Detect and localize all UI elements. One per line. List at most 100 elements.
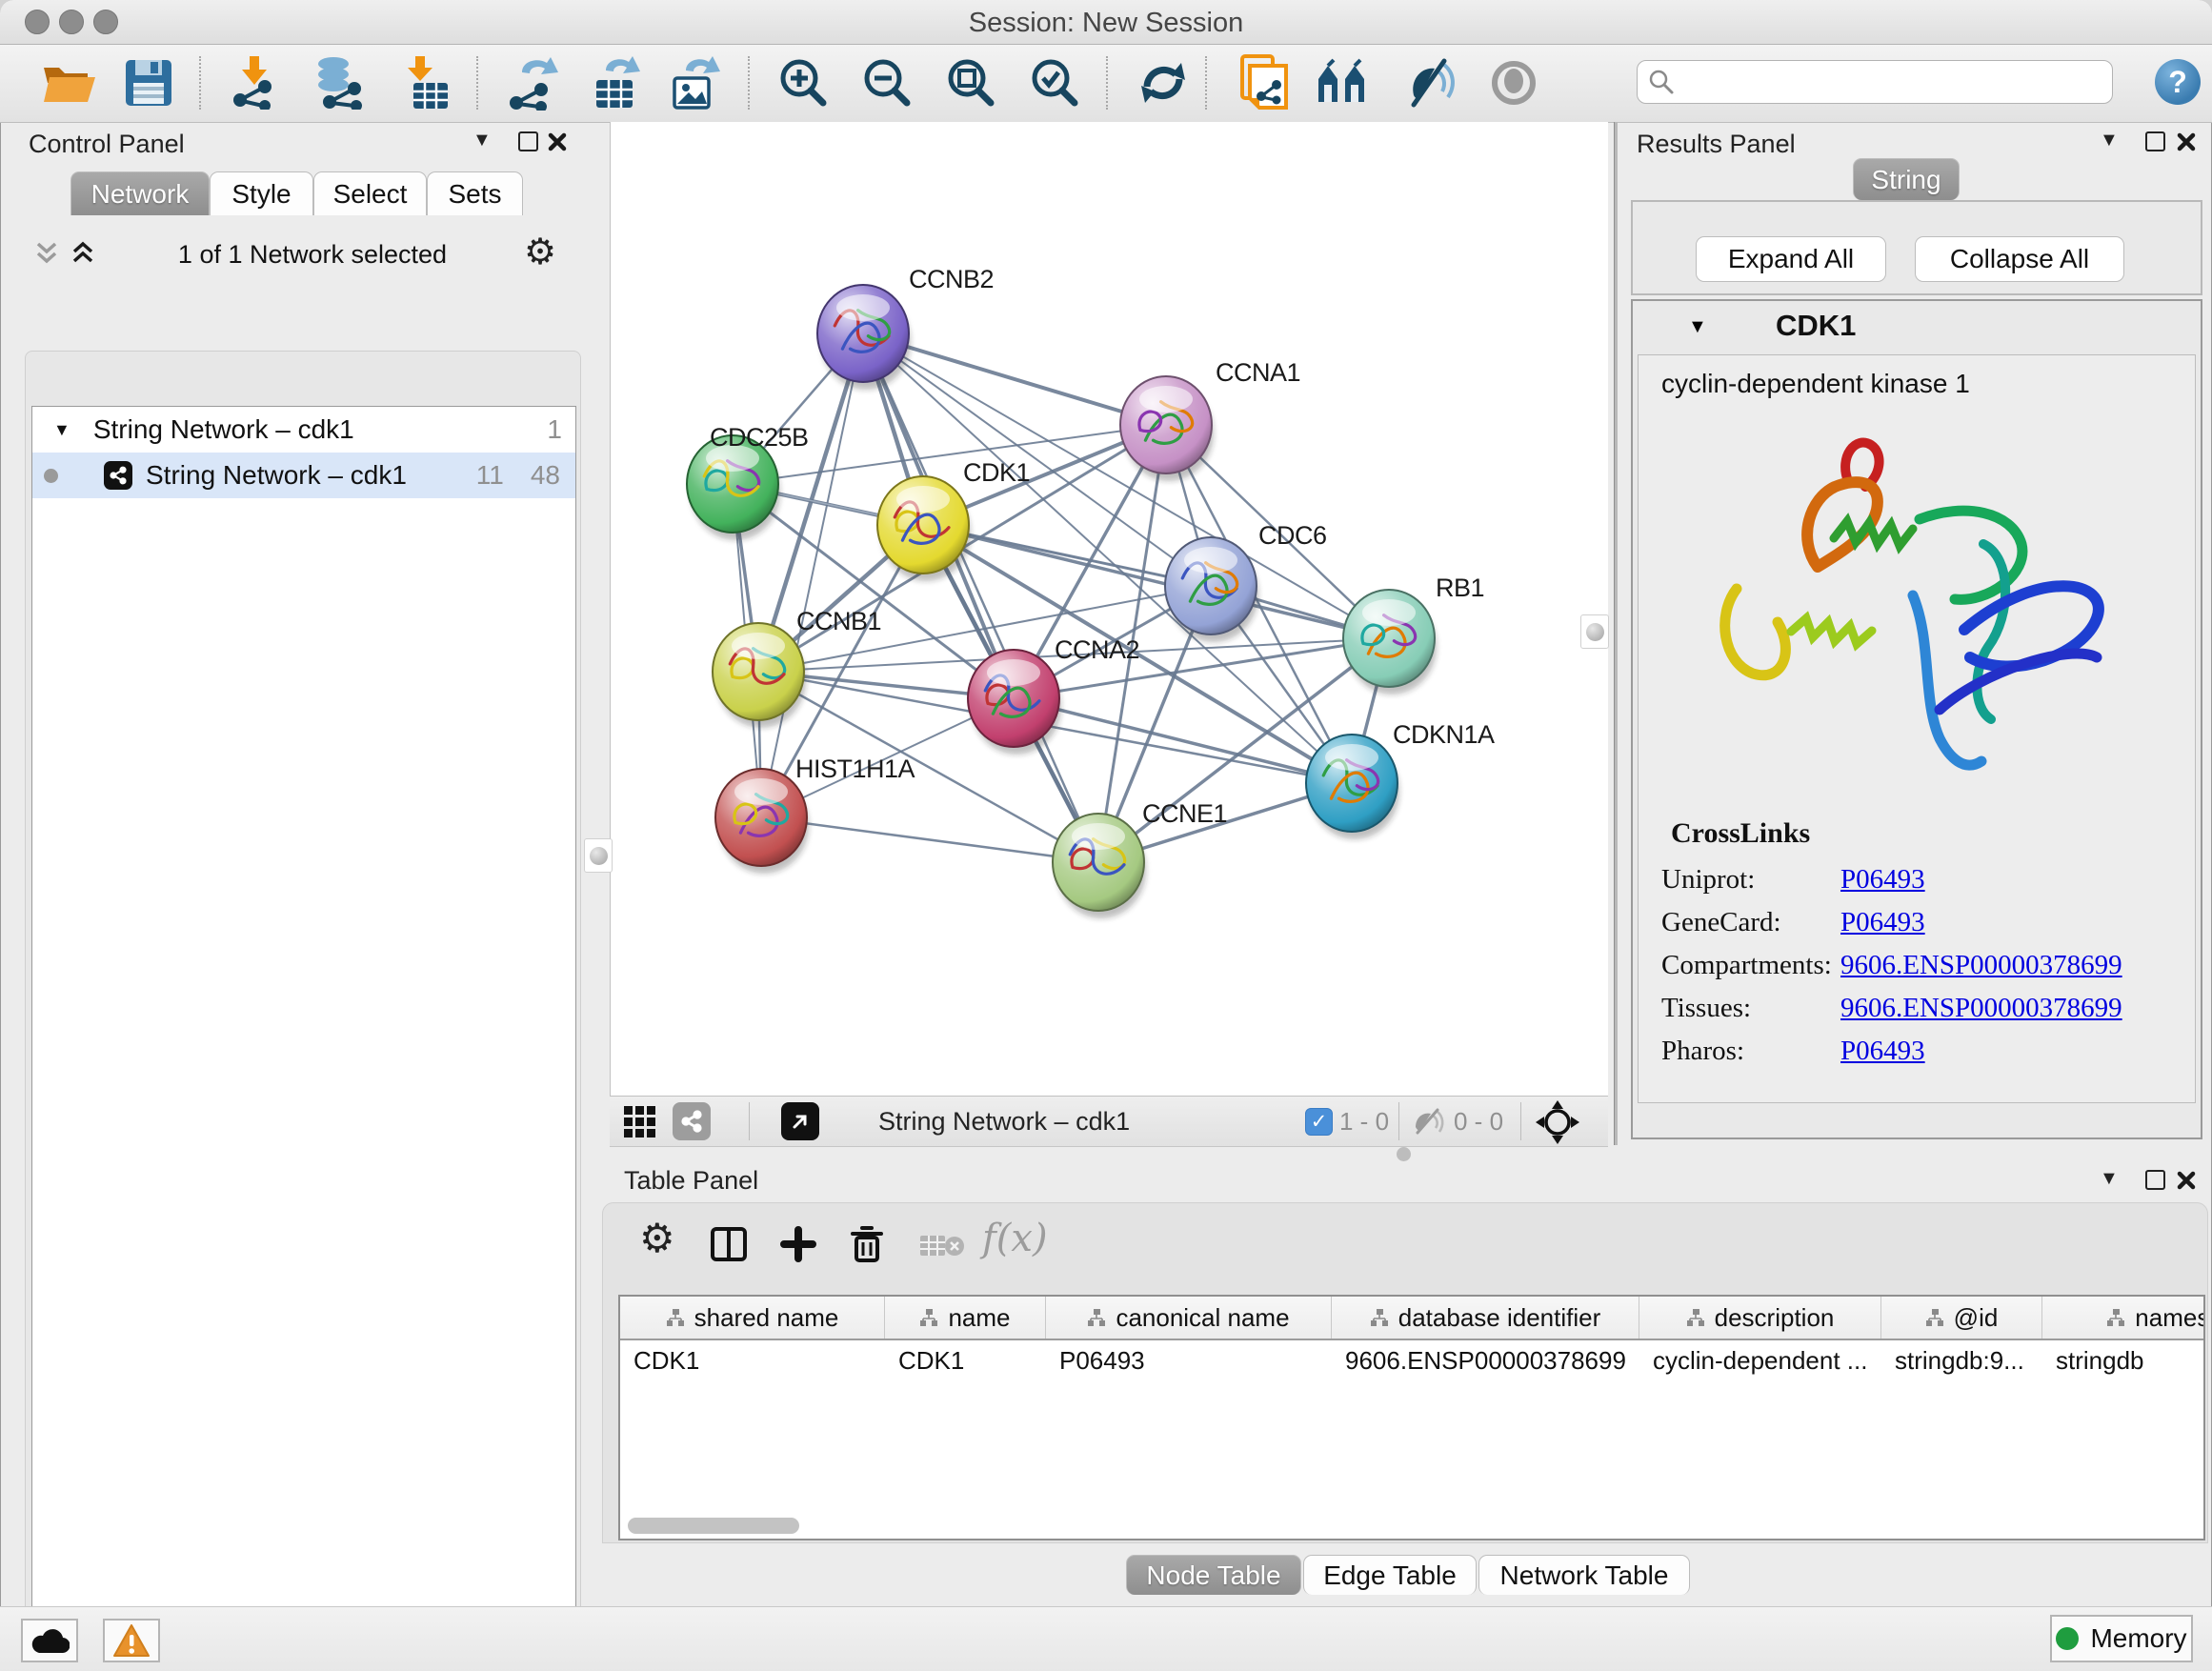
gene-section-expand-icon[interactable]: ▼ [1688,316,1707,338]
zoom-out-icon[interactable] [860,58,917,108]
search-input[interactable] [1676,67,2089,98]
network-graph[interactable]: CCNB2CCNA1CDC25BCDK1CDC6RB1CCNB1CCNA2CDK… [611,122,1607,1094]
cell-canonical-name[interactable]: P06493 [1046,1346,1332,1376]
node-CCNA1[interactable]: CCNA1 [1120,358,1300,481]
horizontal-scrollbar[interactable] [622,1518,2202,1535]
network-clipboard-icon[interactable] [1235,58,1294,108]
cell-name[interactable]: CDK1 [885,1346,1046,1376]
tab-style[interactable]: Style [210,171,313,215]
column-header-canonical-name[interactable]: canonical name [1046,1297,1332,1339]
node-CCNB2[interactable]: CCNB2 [817,265,994,390]
node-CDC25B[interactable]: CDC25B [687,423,809,540]
edge-CCNB2-HIST1H1A[interactable] [761,333,863,817]
apply-layout-icon[interactable] [1136,58,1191,108]
left-splitter-handle[interactable] [584,838,613,873]
export-image-icon[interactable] [663,58,726,108]
node-label-CCNE1: CCNE1 [1142,799,1227,828]
table-header-row: shared namenamecanonical namedatabase id… [620,1297,2203,1340]
column-header-shared-name[interactable]: shared name [620,1297,885,1339]
show-all-icon[interactable] [1488,58,1539,108]
network-canvas[interactable]: CCNB2CCNA1CDC25BCDK1CDC6RB1CCNB1CCNA2CDK… [610,122,1608,1096]
toolbar-separator [199,56,201,110]
node-CDKN1A[interactable]: CDKN1A [1306,720,1495,839]
tab-select[interactable]: Select [313,171,427,215]
results-splitter[interactable] [1614,122,1618,1145]
crosslink-row: Pharos:P06493 [1639,1030,2195,1073]
column-header-namespace[interactable]: namespace [2042,1297,2205,1339]
expand-all-icon[interactable] [69,240,97,271]
table-panel-float-icon[interactable] [2145,1170,2165,1190]
table-options-gear-icon[interactable]: ⚙ [639,1215,675,1261]
collection-expand-icon[interactable]: ▼ [53,420,70,440]
network-row[interactable]: String Network – cdk1 11 48 [32,453,575,498]
crosslink-link[interactable]: 9606.ENSP00000378699 [1840,993,2122,1024]
gene-details: cyclin-dependent kinase 1 CrossLinks Uni… [1638,354,2196,1103]
table-panel-close-icon[interactable] [2176,1170,2197,1191]
crosslink-link[interactable]: P06493 [1840,1036,1925,1067]
right-splitter-handle[interactable] [1580,614,1609,649]
zoom-fit-icon[interactable] [944,58,1001,108]
control-panel-menu-icon[interactable]: ▼ [473,130,492,151]
results-panel-float-icon[interactable] [2145,131,2165,151]
cell--id[interactable]: stringdb:9... [1881,1346,2042,1376]
show-columns-icon[interactable] [710,1226,748,1262]
zoom-in-icon[interactable] [776,58,834,108]
export-network-icon[interactable] [505,58,568,108]
cell-shared-name[interactable]: CDK1 [620,1346,885,1376]
node-HIST1H1A[interactable]: HIST1H1A [715,755,915,874]
control-panel-float-icon[interactable] [518,131,538,151]
birdseye-view-icon[interactable] [1313,58,1376,108]
delete-column-trash-icon[interactable] [849,1224,885,1264]
grid-view-icon[interactable] [623,1105,657,1137]
create-column-plus-icon[interactable] [780,1226,816,1262]
tab-string[interactable]: String [1853,158,1960,200]
import-table-file-icon[interactable] [398,58,453,108]
cell-database-identifier[interactable]: 9606.ENSP00000378699 [1332,1346,1639,1376]
crosslink-link[interactable]: P06493 [1840,864,1925,896]
scrollbar-thumb[interactable] [628,1518,799,1534]
import-network-database-icon[interactable] [307,58,373,108]
crosslink-link[interactable]: P06493 [1840,907,1925,938]
column-header-description[interactable]: description [1639,1297,1881,1339]
export-table-icon[interactable] [585,58,648,108]
network-options-gear-icon[interactable]: ⚙ [524,231,556,273]
collapse-all-button[interactable]: Collapse All [1915,236,2124,282]
warning-status-button[interactable] [103,1619,160,1662]
expand-all-button[interactable]: Expand All [1696,236,1886,282]
hide-selected-icon[interactable] [1404,58,1458,108]
node-label-RB1: RB1 [1436,574,1484,602]
crosslink-link[interactable]: 9606.ENSP00000378699 [1840,950,2122,981]
table-panel-menu-icon[interactable]: ▼ [2100,1168,2119,1190]
node-RB1[interactable]: RB1 [1343,574,1484,695]
node-CCNE1[interactable]: CCNE1 [1053,799,1227,918]
selected-checkbox-icon[interactable]: ✓ [1305,1108,1333,1136]
cell-description[interactable]: cyclin-dependent ... [1639,1346,1881,1376]
control-panel-close-icon[interactable] [547,131,568,152]
node-CDC6[interactable]: CDC6 [1165,521,1327,642]
crosshair-icon[interactable] [1536,1100,1579,1144]
column-header-name[interactable]: name [885,1297,1046,1339]
tab-network[interactable]: Network [70,171,210,215]
column-header--id[interactable]: @id [1881,1297,2042,1339]
column-header-database-identifier[interactable]: database identifier [1332,1297,1639,1339]
tab-node-table[interactable]: Node Table [1126,1555,1301,1595]
table-row[interactable]: CDK1CDK1P064939606.ENSP00000378699cyclin… [620,1340,2203,1380]
import-network-file-icon[interactable] [227,58,288,108]
tab-sets[interactable]: Sets [427,171,523,215]
detach-view-icon[interactable] [781,1102,819,1140]
memory-button[interactable]: Memory [2050,1615,2193,1662]
network-collection-row[interactable]: ▼ String Network – cdk1 1 [32,407,575,453]
edge-HIST1H1A-CCNE1[interactable] [761,817,1098,862]
tab-edge-table[interactable]: Edge Table [1303,1555,1477,1595]
help-button[interactable]: ? [2155,59,2201,105]
results-panel-menu-icon[interactable]: ▼ [2100,130,2119,151]
network-share-view-icon[interactable] [673,1102,711,1140]
cell-namespace[interactable]: stringdb [2042,1346,2205,1376]
open-session-icon[interactable] [40,58,99,108]
collapse-all-icon[interactable] [32,240,61,271]
results-panel-close-icon[interactable] [2176,131,2197,152]
save-session-icon[interactable] [122,58,175,108]
tab-network-table[interactable]: Network Table [1478,1555,1690,1595]
cloud-status-button[interactable] [21,1619,78,1662]
zoom-selected-icon[interactable] [1028,58,1085,108]
